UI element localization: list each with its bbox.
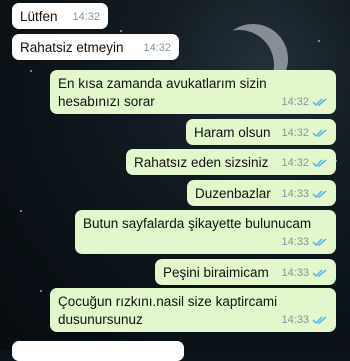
star (120, 30, 122, 32)
message-bubble-outgoing[interactable]: Rahatsız eden sizsiniz 14:32 (126, 149, 336, 175)
read-ticks-icon (312, 98, 327, 107)
message-time: 14:32 (281, 127, 309, 139)
star (318, 40, 320, 42)
message-bubble-outgoing[interactable]: En kısa zamanda avukatlarım sizin hesabı… (50, 70, 336, 114)
read-ticks-icon (312, 269, 327, 278)
message-time: 14:33 (281, 236, 309, 248)
message-time: 14:33 (281, 314, 309, 326)
star (40, 290, 42, 292)
message-text: En kısa zamanda avukatlarım sizin hesabı… (58, 76, 267, 109)
message-time: 14:33 (281, 188, 309, 200)
message-bubble-outgoing[interactable]: Peşini biraimicam 14:33 (155, 259, 336, 285)
message-time: 14:32 (72, 11, 100, 23)
message-bubble-incoming[interactable]: Lütfen 14:32 (12, 3, 108, 29)
message-time: 14:32 (281, 157, 309, 169)
message-bubble-outgoing[interactable]: Butun sayfalarda şikayette bulunucam 14:… (75, 210, 336, 254)
message-bubble-outgoing[interactable]: Duzenbazlar 14:33 (187, 180, 336, 206)
read-ticks-icon (312, 238, 327, 247)
message-time: 14:32 (143, 42, 171, 54)
read-ticks-icon (312, 129, 327, 138)
read-ticks-icon (312, 190, 327, 199)
message-bubble-outgoing[interactable]: Çocuğun rızkını.nasil size kaptircami du… (50, 288, 336, 332)
read-ticks-icon (312, 316, 327, 325)
star (30, 70, 32, 72)
message-time: 14:32 (281, 96, 309, 108)
star (20, 210, 22, 212)
message-text: Butun sayfalarda şikayette bulunucam (83, 216, 312, 231)
message-bubble-incoming[interactable]: Rahatsiz etmeyin 14:32 (12, 34, 179, 60)
read-ticks-icon (312, 159, 327, 168)
message-bubble-outgoing[interactable]: Haram olsun 14:32 (186, 119, 336, 145)
message-time: 14:33 (281, 267, 309, 279)
message-bubble-incoming-partial[interactable] (12, 341, 184, 361)
